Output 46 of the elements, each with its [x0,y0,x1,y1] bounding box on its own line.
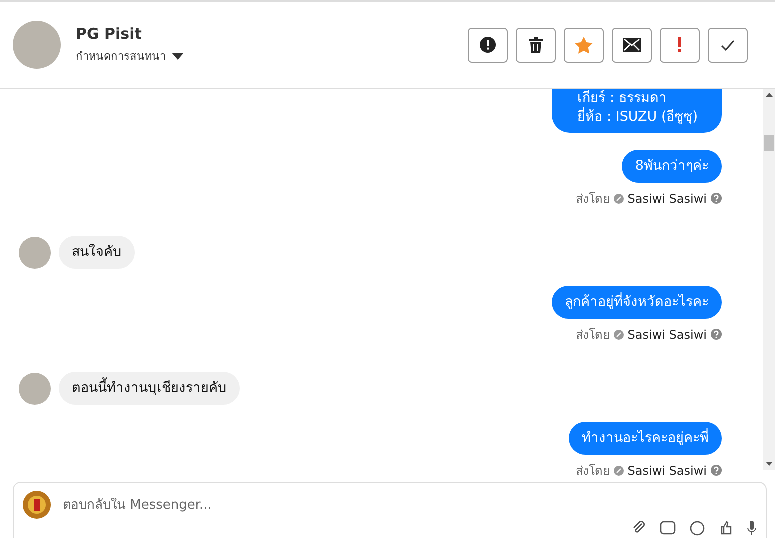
conversation-menu[interactable]: กำหนดการสนทนา [76,47,468,65]
like-icon[interactable] [719,521,733,535]
star-button[interactable] [564,28,604,62]
help-icon [711,465,722,476]
exclamation-icon [678,37,682,53]
caret-icon [172,52,184,60]
sender-name: Sasiwi Sasiwi [628,192,707,206]
scroll-up-icon[interactable] [766,93,772,97]
microphone-icon[interactable] [747,521,757,535]
contact-name: PG Pisit [76,25,143,43]
sender-name: Sasiwi Sasiwi [628,464,707,478]
message-bubble: ตอนนี้ทำงานบุเชียงรายคับ [59,372,240,405]
sent-by-label: ส่งโดย [576,191,610,208]
status-icon [614,330,624,340]
status-icon [614,194,624,204]
help-icon [711,193,722,204]
sent-by-label: ส่งโดย [576,463,610,480]
trash-button[interactable] [516,28,556,62]
attachment-icon[interactable] [632,521,646,535]
contact-avatar [19,372,51,404]
contact-avatar [19,236,51,268]
emblem-icon [23,491,51,519]
scrollbar[interactable] [763,89,775,470]
scrollbar-thumb[interactable] [764,135,774,151]
mail-icon [623,38,641,52]
sender-name: Sasiwi Sasiwi [628,328,707,342]
alert-icon [480,37,496,53]
message-bubble: เกียร์ : ธรรมดา ยี่ห้อ : ISUZU (อีซูซุ) [552,89,722,133]
star-icon [575,36,593,54]
alert-button[interactable] [468,28,508,62]
help-icon [711,329,722,340]
scroll-down-icon[interactable] [766,462,772,466]
message-bubble: 8พันกว่าๆค่ะ [622,150,722,183]
check-icon [721,40,735,50]
status-icon [614,466,624,476]
exclaim-button[interactable] [660,28,700,62]
emoji-icon[interactable] [690,521,705,536]
check-button[interactable] [708,28,748,62]
mail-button[interactable] [612,28,652,62]
avatar [13,21,61,69]
trash-icon [529,37,543,53]
message-bubble: สนใจคับ [59,236,135,269]
sticker-icon[interactable] [660,521,676,535]
sent-by-label: ส่งโดย [576,327,610,344]
message-bubble: ลูกค้าอยู่ที่จังหวัดอะไรคะ [552,286,722,319]
message-bubble: ทำงานอะไรคะอยู่คะพี่ [569,422,722,455]
